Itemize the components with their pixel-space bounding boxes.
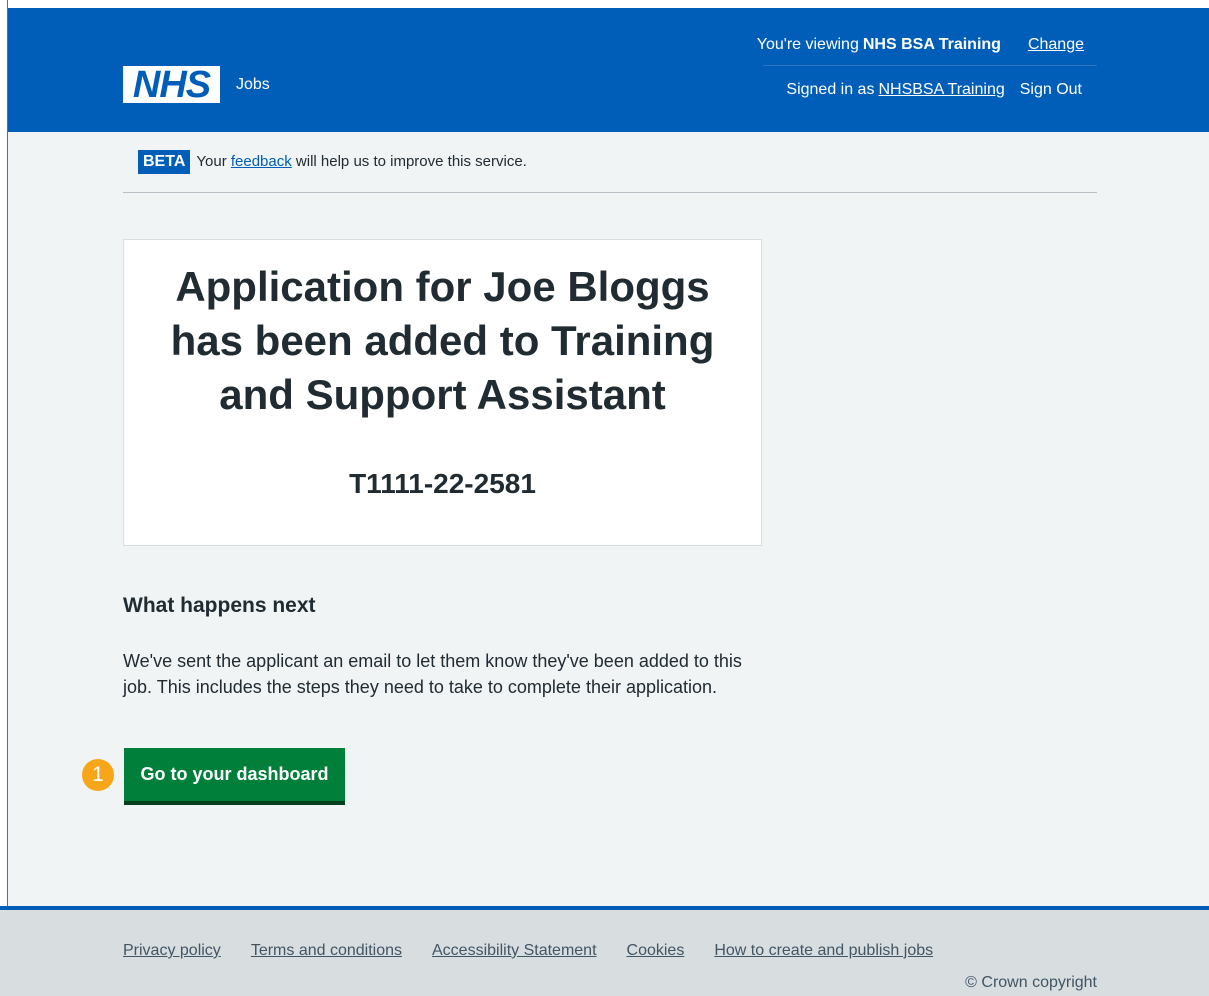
header-inner: NHS Jobs You're viewing NHS BSA Training… [123,8,1097,132]
go-to-dashboard-button[interactable]: Go to your dashboard [124,748,345,801]
what-happens-next-body: We've sent the applicant an email to let… [123,651,742,697]
what-happens-next-heading: What happens next [123,594,316,617]
change-organisation-link[interactable]: Change [1028,36,1084,54]
nhs-logo-text: NHS [132,63,211,106]
beta-text-before: Your [196,153,227,170]
footer-links: Privacy policy Terms and conditions Acce… [123,942,963,960]
footer-link-privacy[interactable]: Privacy policy [123,942,221,960]
confirmation-panel: Application for Joe Bloggs has been adde… [123,239,762,546]
beta-banner: BETA Your feedback will help us to impro… [123,150,1097,193]
step-marker: 1 [82,759,114,791]
window-top-edge [0,0,1209,8]
beta-tag: BETA [138,150,191,174]
confirmation-title: Application for Joe Bloggs has been adde… [170,263,715,418]
beta-text-after: will help us to improve this service. [295,153,527,170]
viewing-organisation: NHS BSA Training [862,36,1001,53]
footer-link-terms[interactable]: Terms and conditions [251,942,402,960]
site-footer: Privacy policy Terms and conditions Acce… [0,906,1209,996]
nhs-logo[interactable]: NHS [123,63,220,106]
beta-message: Your feedback will help us to improve th… [196,150,526,174]
sign-out-link[interactable]: Sign Out [1020,81,1082,99]
signed-in-user-link[interactable]: NHSBSA Training [878,81,1004,99]
service-name[interactable]: Jobs [236,76,270,94]
job-reference: T1111-22-2581 [349,468,536,499]
viewing-prefix: You're viewing [756,36,859,53]
site-header: NHS Jobs You're viewing NHS BSA Training… [8,8,1209,132]
account-info: Signed in as NHSBSA Training Sign Out [786,81,1082,99]
window-left-edge [0,0,8,906]
footer-link-cookies[interactable]: Cookies [627,942,685,960]
header-divider [763,65,1097,66]
feedback-link[interactable]: feedback [231,153,292,170]
organisation-viewing: You're viewing NHS BSA Training Change [757,36,1084,54]
footer-link-how-to-publish[interactable]: How to create and publish jobs [714,942,933,960]
footer-link-accessibility[interactable]: Accessibility Statement [432,942,597,960]
signed-in-prefix: Signed in as [786,81,875,98]
copyright: © Crown copyright [965,974,1097,991]
